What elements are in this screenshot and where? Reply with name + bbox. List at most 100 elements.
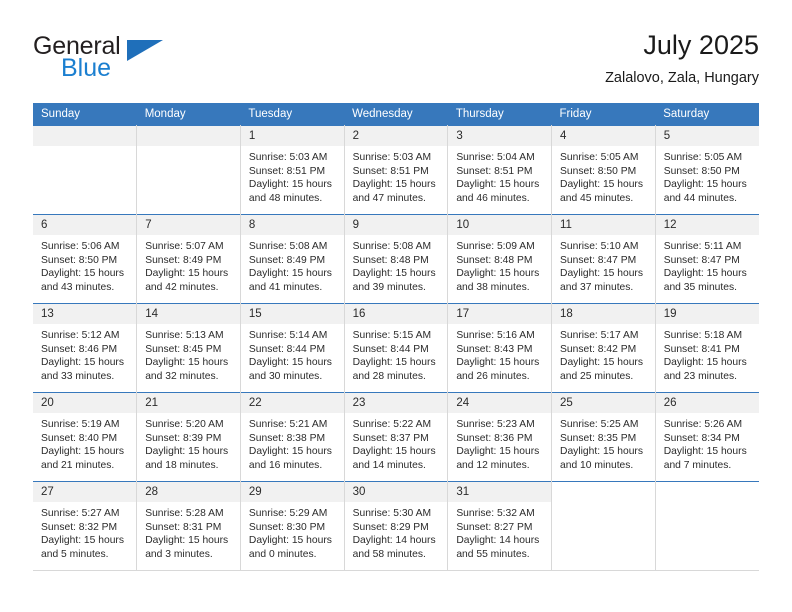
info-line-daylight2: and 25 minutes. <box>560 370 634 382</box>
info-line-daylight2: and 41 minutes. <box>248 281 323 293</box>
calendar-day-cell[interactable]: 17 Sunrise: 5:16 AM Sunset: 8:43 PM Dayligh… <box>447 303 553 393</box>
calendar-day-cell[interactable]: 2 Sunrise: 5:03 AM Sunset: 8:51 PM Daylight… <box>344 125 449 215</box>
day-number: 20 <box>33 393 137 413</box>
calendar-day-cell[interactable]: 10 Sunrise: 5:09 AM Sunset: 8:48 PM Dayligh… <box>447 214 553 304</box>
calendar-day-cell[interactable]: 30 Sunrise: 5:30 AM Sunset: 8:29 PM Dayligh… <box>344 481 449 571</box>
info-line-sunrise: Sunrise: 5:09 AM <box>456 241 535 252</box>
info-line-sunset: Sunset: 8:48 PM <box>352 254 429 266</box>
info-line-daylight2: and 30 minutes. <box>248 370 323 382</box>
info-line-sunrise: Sunrise: 5:05 AM <box>663 152 743 163</box>
page-subtitle: Zalalovo, Zala, Hungary <box>605 70 759 87</box>
info-line-daylight2: and 43 minutes. <box>41 281 115 293</box>
calendar-day-cell[interactable]: 13 Sunrise: 5:12 AM Sunset: 8:46 PM Dayligh… <box>33 303 138 393</box>
calendar-cell-empty <box>136 125 241 215</box>
info-line-daylight2: and 12 minutes. <box>456 459 530 471</box>
day-number: 28 <box>137 482 240 502</box>
info-line-sunset: Sunset: 8:29 PM <box>352 521 429 533</box>
calendar-day-cell[interactable]: 26 Sunrise: 5:26 AM Sunset: 8:34 PM Dayligh… <box>655 392 759 482</box>
info-line-sunset: Sunset: 8:40 PM <box>41 432 118 444</box>
info-line-daylight1: Daylight: 15 hours <box>456 357 540 369</box>
calendar-day-cell[interactable]: 29 Sunrise: 5:29 AM Sunset: 8:30 PM Dayligh… <box>240 481 345 571</box>
info-line-sunset: Sunset: 8:50 PM <box>41 254 118 266</box>
calendar-day-cell[interactable]: 31 Sunrise: 5:32 AM Sunset: 8:27 PM Dayligh… <box>447 481 553 571</box>
calendar-day-cell[interactable]: 20 Sunrise: 5:19 AM Sunset: 8:40 PM Dayligh… <box>33 392 138 482</box>
info-line-sunset: Sunset: 8:38 PM <box>248 432 326 444</box>
info-line-daylight2: and 48 minutes. <box>248 192 323 204</box>
info-line-sunrise: Sunrise: 5:20 AM <box>145 419 224 430</box>
day-sun-info: Sunrise: 5:12 AM Sunset: 8:46 PM Daylight:… <box>33 324 136 383</box>
day-sun-info: Sunrise: 5:29 AM Sunset: 8:30 PM Daylight:… <box>241 502 344 561</box>
calendar-day-cell[interactable]: 16 Sunrise: 5:15 AM Sunset: 8:44 PM Dayligh… <box>344 303 449 393</box>
info-line-sunrise: Sunrise: 5:23 AM <box>456 419 535 430</box>
info-line-sunrise: Sunrise: 5:14 AM <box>248 330 328 341</box>
info-line-daylight1: Daylight: 15 hours <box>41 357 124 369</box>
calendar-day-cell[interactable]: 7 Sunrise: 5:07 AM Sunset: 8:49 PM Daylight… <box>136 214 241 304</box>
calendar-day-cell[interactable]: 18 Sunrise: 5:17 AM Sunset: 8:42 PM Dayligh… <box>551 303 656 393</box>
info-line-daylight1: Daylight: 15 hours <box>456 446 540 458</box>
info-line-daylight2: and 58 minutes. <box>352 548 426 560</box>
weekday-header-row: Sunday Monday Tuesday Wednesday Thursday… <box>33 103 759 126</box>
day-sun-info: Sunrise: 5:22 AM Sunset: 8:37 PM Daylight:… <box>345 413 448 472</box>
day-number: 8 <box>240 215 344 235</box>
calendar-cell-empty <box>33 125 138 215</box>
calendar-day-cell[interactable]: 21 Sunrise: 5:20 AM Sunset: 8:39 PM Dayligh… <box>136 392 241 482</box>
day-number: 12 <box>655 215 759 235</box>
calendar-day-cell[interactable]: 14 Sunrise: 5:13 AM Sunset: 8:45 PM Dayligh… <box>136 303 241 393</box>
title-block: July 2025 Zalalovo, Zala, Hungary <box>605 30 759 86</box>
info-line-daylight1: Daylight: 14 hours <box>456 535 540 547</box>
day-number <box>33 126 137 146</box>
calendar-day-cell[interactable]: 25 Sunrise: 5:25 AM Sunset: 8:35 PM Dayligh… <box>551 392 656 482</box>
calendar-cell-empty <box>655 481 759 571</box>
info-line-sunrise: Sunrise: 5:08 AM <box>352 241 432 252</box>
calendar-day-cell[interactable]: 11 Sunrise: 5:10 AM Sunset: 8:47 PM Dayligh… <box>551 214 656 304</box>
info-line-daylight2: and 44 minutes. <box>663 192 737 204</box>
calendar-day-cell[interactable]: 5 Sunrise: 5:05 AM Sunset: 8:50 PM Daylight… <box>655 125 759 215</box>
info-line-sunrise: Sunrise: 5:26 AM <box>663 419 743 430</box>
day-number: 26 <box>655 393 759 413</box>
info-line-sunset: Sunset: 8:47 PM <box>560 254 637 266</box>
calendar-week-row: 13 Sunrise: 5:12 AM Sunset: 8:46 PM Dayligh… <box>33 303 759 393</box>
calendar-day-cell[interactable]: 19 Sunrise: 5:18 AM Sunset: 8:41 PM Dayligh… <box>655 303 759 393</box>
calendar-day-cell[interactable]: 4 Sunrise: 5:05 AM Sunset: 8:50 PM Daylight… <box>551 125 656 215</box>
info-line-sunset: Sunset: 8:39 PM <box>145 432 222 444</box>
calendar-day-cell[interactable]: 27 Sunrise: 5:27 AM Sunset: 8:32 PM Dayligh… <box>33 481 138 571</box>
calendar-day-cell[interactable]: 1 Sunrise: 5:03 AM Sunset: 8:51 PM Daylight… <box>240 125 345 215</box>
calendar-day-cell[interactable]: 12 Sunrise: 5:11 AM Sunset: 8:47 PM Dayligh… <box>655 214 759 304</box>
calendar-day-cell[interactable]: 15 Sunrise: 5:14 AM Sunset: 8:44 PM Dayligh… <box>240 303 345 393</box>
info-line-sunset: Sunset: 8:44 PM <box>352 343 429 355</box>
day-sun-info: Sunrise: 5:30 AM Sunset: 8:29 PM Daylight:… <box>345 502 448 561</box>
info-line-sunrise: Sunrise: 5:03 AM <box>248 152 328 163</box>
calendar-day-cell[interactable]: 8 Sunrise: 5:08 AM Sunset: 8:49 PM Daylight… <box>240 214 345 304</box>
day-number: 21 <box>137 393 240 413</box>
day-number: 19 <box>655 304 759 324</box>
calendar-day-cell[interactable]: 6 Sunrise: 5:06 AM Sunset: 8:50 PM Daylight… <box>33 214 138 304</box>
info-line-daylight1: Daylight: 15 hours <box>663 268 747 280</box>
calendar-day-cell[interactable]: 22 Sunrise: 5:21 AM Sunset: 8:38 PM Dayligh… <box>240 392 345 482</box>
info-line-sunrise: Sunrise: 5:06 AM <box>41 241 120 252</box>
calendar-day-cell[interactable]: 9 Sunrise: 5:08 AM Sunset: 8:48 PM Daylight… <box>344 214 449 304</box>
info-line-sunrise: Sunrise: 5:16 AM <box>456 330 535 341</box>
day-number: 16 <box>344 304 448 324</box>
info-line-sunrise: Sunrise: 5:03 AM <box>352 152 432 163</box>
info-line-daylight2: and 16 minutes. <box>248 459 323 471</box>
info-line-sunrise: Sunrise: 5:15 AM <box>352 330 432 341</box>
info-line-daylight1: Daylight: 15 hours <box>560 179 644 191</box>
calendar-day-cell[interactable]: 28 Sunrise: 5:28 AM Sunset: 8:31 PM Dayligh… <box>136 481 241 571</box>
calendar-day-cell[interactable]: 24 Sunrise: 5:23 AM Sunset: 8:36 PM Dayligh… <box>447 392 553 482</box>
day-sun-info: Sunrise: 5:18 AM Sunset: 8:41 PM Daylight:… <box>656 324 759 383</box>
day-number: 30 <box>344 482 448 502</box>
info-line-daylight1: Daylight: 15 hours <box>248 446 332 458</box>
calendar-week-row: 20 Sunrise: 5:19 AM Sunset: 8:40 PM Dayligh… <box>33 392 759 482</box>
day-number: 4 <box>552 126 655 146</box>
info-line-sunset: Sunset: 8:49 PM <box>145 254 222 266</box>
day-number: 24 <box>448 393 552 413</box>
calendar-week-row: 27 Sunrise: 5:27 AM Sunset: 8:32 PM Dayligh… <box>33 481 759 571</box>
info-line-daylight1: Daylight: 15 hours <box>41 268 124 280</box>
day-number: 10 <box>448 215 552 235</box>
info-line-daylight1: Daylight: 15 hours <box>248 357 332 369</box>
info-line-daylight1: Daylight: 15 hours <box>248 268 332 280</box>
calendar-day-cell[interactable]: 23 Sunrise: 5:22 AM Sunset: 8:37 PM Dayligh… <box>344 392 449 482</box>
day-number <box>655 482 759 502</box>
info-line-daylight2: and 26 minutes. <box>456 370 530 382</box>
calendar-day-cell[interactable]: 3 Sunrise: 5:04 AM Sunset: 8:51 PM Daylight… <box>447 125 553 215</box>
